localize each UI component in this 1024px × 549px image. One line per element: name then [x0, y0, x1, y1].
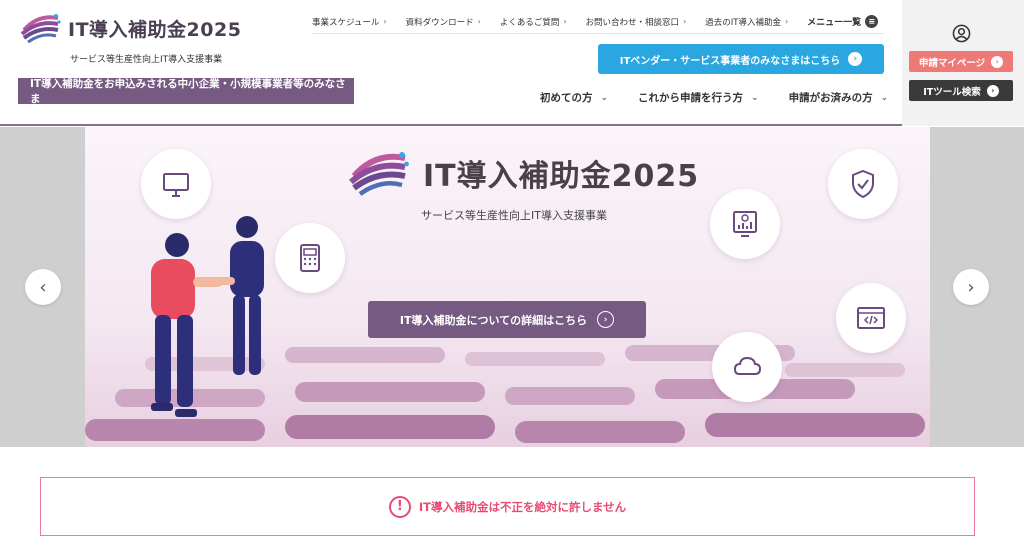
carousel-next-button[interactable]: ›	[953, 269, 989, 305]
mypage-button-label: 申請マイページ	[918, 57, 986, 69]
chevron-right-icon: ›	[784, 17, 789, 26]
chevron-left-icon: ‹	[39, 276, 47, 298]
arrow-right-icon: ›	[848, 52, 863, 66]
menu-label: メニュー一覧	[807, 18, 862, 28]
mypage-button[interactable]: 申請マイページ ›	[909, 51, 1013, 72]
chevron-right-icon: ›	[477, 17, 481, 26]
arrow-right-icon: ›	[991, 55, 1004, 68]
chevron-right-icon: ›	[967, 276, 975, 298]
vendor-button[interactable]: ITベンダー・サービス事業者のみなさまはこちら ›	[598, 44, 884, 74]
nav-applying-label: これから申請を行う方	[638, 92, 744, 104]
account-panel: 申請マイページ › ITツール検索 ›	[902, 0, 1024, 126]
hero-subtitle: サービス等生産性向上IT導入支援事業	[421, 209, 607, 222]
calculator-bubble	[275, 223, 345, 293]
chevron-right-icon: ›	[563, 17, 567, 26]
tool-search-button[interactable]: ITツール検索 ›	[909, 80, 1013, 101]
detail-button[interactable]: IT導入補助金についての詳細はこちら ›	[368, 301, 646, 338]
shield-bubble	[828, 149, 898, 219]
logo-mark-icon	[349, 152, 409, 196]
hero-carousel: IT導入補助金2025 サービス等生産性向上IT導入支援事業 IT導入補助金につ…	[0, 127, 1024, 447]
shield-icon	[852, 169, 874, 199]
nav-first-time-label: 初めての方	[540, 92, 593, 104]
chart-bubble	[710, 189, 780, 259]
hero-logo: IT導入補助金2025	[345, 145, 699, 201]
vendor-button-label: ITベンダー・サービス事業者のみなさまはこちら	[619, 55, 841, 67]
nav-schedule-label: 事業スケジュール	[312, 17, 380, 28]
logo-text: IT導入補助金2025	[68, 18, 242, 41]
nav-first-time[interactable]: 初めての方 ⌄	[540, 90, 608, 105]
site-logo[interactable]: IT導入補助金2025	[18, 10, 241, 46]
chevron-down-icon: ⌄	[600, 92, 609, 103]
nav-downloads[interactable]: 資料ダウンロード ›	[406, 16, 500, 28]
monitor-icon	[163, 173, 189, 197]
site-header: IT導入補助金2025 サービス等生産性向上IT導入支援事業 IT導入補助金をお…	[0, 0, 1024, 126]
nav-contact-label: お問い合わせ・相談窓口	[585, 17, 680, 28]
nav-schedule[interactable]: 事業スケジュール ›	[312, 16, 406, 28]
top-navigation: 事業スケジュール › 資料ダウンロード › よくあるご質問 › お問い合わせ・相談窓口…	[312, 10, 884, 34]
chevron-down-icon: ⌄	[751, 92, 759, 103]
audience-banner: IT導入補助金をお申込みされる中小企業・小規模事業者等のみなさま	[18, 78, 354, 105]
nav-contact[interactable]: お問い合わせ・相談窓口 ›	[586, 16, 706, 28]
code-window-icon	[857, 307, 885, 329]
nav-applied-label: 申請がお済みの方	[788, 92, 873, 104]
chevron-right-icon: ›	[683, 17, 687, 26]
logo-subtitle: サービス等生産性向上IT導入支援事業	[70, 55, 223, 65]
account-icon[interactable]	[952, 24, 971, 43]
carousel-prev-button[interactable]: ‹	[25, 269, 61, 305]
monitor-bubble	[141, 149, 211, 219]
nav-past-subsidy[interactable]: 過去のIT導入補助金 ›	[705, 16, 807, 28]
exclamation-icon: !	[388, 495, 411, 518]
arrow-right-icon: ›	[986, 84, 999, 97]
nav-faq-label: よくあるご質問	[499, 17, 560, 28]
fraud-notice-text: IT導入補助金は不正を絶対に許しません	[418, 499, 627, 514]
hero-title: IT導入補助金2025	[423, 159, 700, 194]
nav-applied[interactable]: 申請がお済みの方 ⌄	[789, 90, 889, 105]
detail-button-label: IT導入補助金についての詳細はこちら	[399, 313, 588, 327]
person-illustration	[151, 216, 264, 417]
chart-monitor-icon	[733, 211, 757, 237]
cloud-icon	[733, 356, 762, 375]
nav-applying[interactable]: これから申請を行う方 ⌄	[638, 90, 759, 105]
fraud-notice-banner[interactable]: ! IT導入補助金は不正を絶対に許しません	[40, 477, 975, 536]
nav-faq[interactable]: よくあるご質問 ›	[500, 16, 586, 28]
hero-slide: IT導入補助金2025 サービス等生産性向上IT導入支援事業 IT導入補助金につ…	[85, 127, 930, 447]
nav-past-subsidy-label: 過去のIT導入補助金	[705, 17, 781, 28]
logo-mark-icon	[20, 14, 61, 44]
code-bubble	[836, 283, 906, 353]
main-navigation: 初めての方 ⌄ これから申請を行う方 ⌄ 申請がお済みの方 ⌄	[540, 90, 918, 105]
calculator-icon	[300, 244, 320, 272]
nav-downloads-label: 資料ダウンロード	[405, 17, 474, 28]
menu-icon: ≡	[865, 15, 879, 28]
tool-search-button-label: ITツール検索	[923, 86, 981, 98]
chevron-down-icon: ⌄	[880, 92, 889, 103]
cloud-bubble	[712, 332, 782, 402]
arrow-right-icon: ›	[597, 311, 615, 328]
menu-button[interactable]: メニュー一覧 ≡	[807, 15, 879, 28]
chevron-right-icon: ›	[383, 17, 387, 26]
